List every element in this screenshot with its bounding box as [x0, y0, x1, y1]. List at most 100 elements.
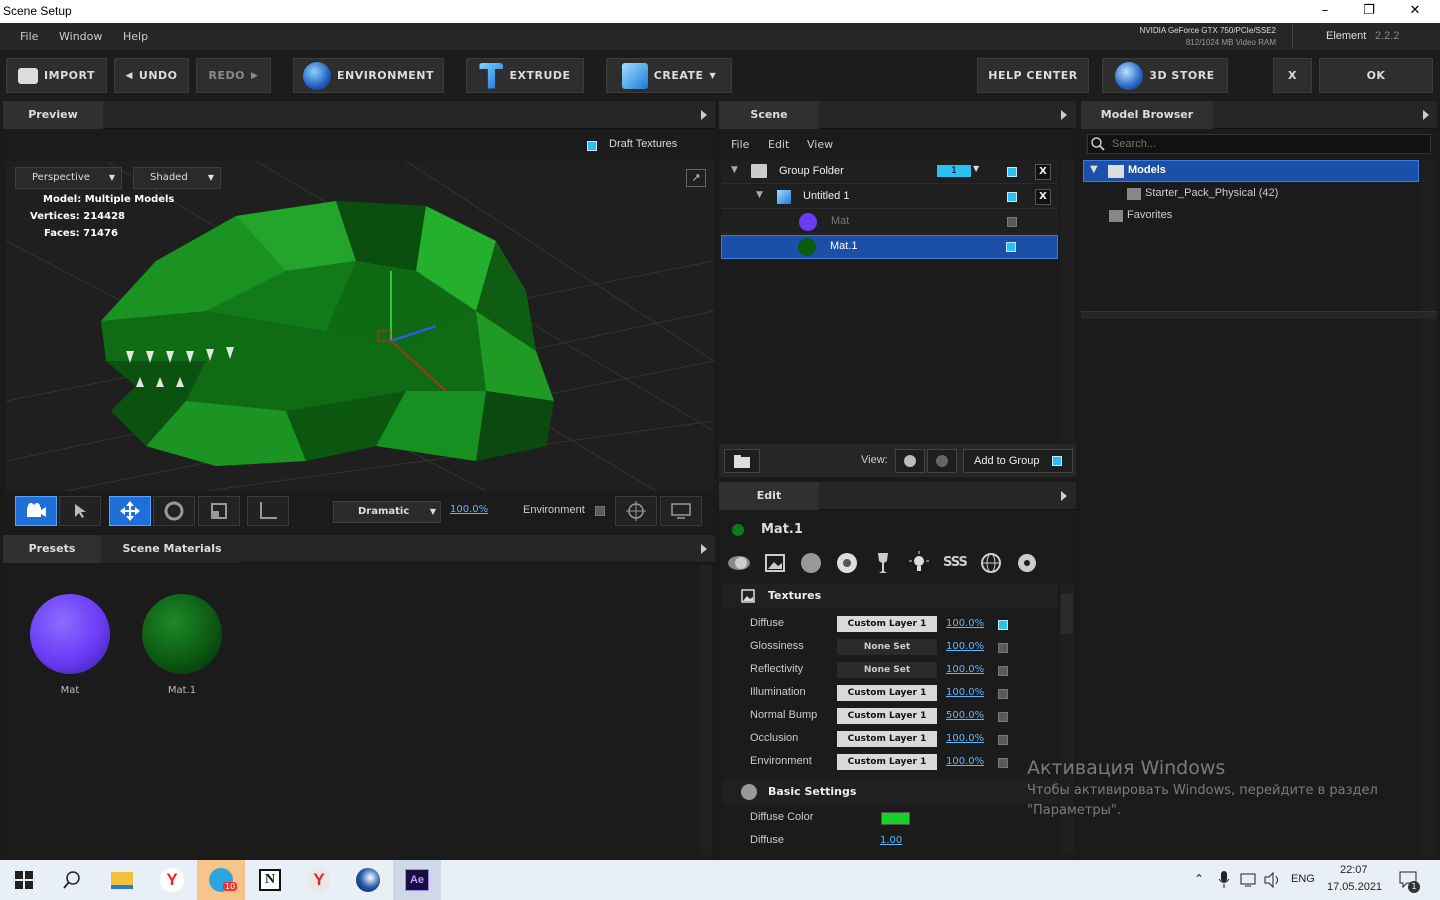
camera-tool-icon[interactable] [15, 496, 57, 526]
ok-button[interactable]: OK [1319, 58, 1433, 93]
search-button[interactable] [48, 860, 96, 900]
tree-row-mat[interactable]: Mat [721, 210, 1058, 234]
tab-model-browser[interactable]: Model Browser [1081, 101, 1213, 129]
redo-button[interactable]: REDO ▶ [196, 58, 271, 93]
menu-window[interactable]: Window [59, 30, 102, 43]
view-sphere-icon[interactable] [895, 449, 925, 473]
tree-row-group-folder[interactable]: ▼ Group Folder 1 ▼ X [721, 160, 1058, 184]
textures-section-header[interactable]: Textures [722, 584, 1058, 608]
telegram-icon[interactable]: 10 [197, 860, 245, 900]
import-button[interactable]: IMPORT [6, 58, 107, 93]
texture-layer-button[interactable]: Custom Layer 1 [837, 616, 937, 632]
panel-expand-icon[interactable] [1061, 110, 1067, 120]
scale-tool-icon[interactable] [198, 496, 240, 526]
create-button[interactable]: CREATE ▼ [606, 58, 732, 93]
texture-strength[interactable]: 100.0% [946, 756, 984, 767]
notion-icon[interactable]: N [246, 860, 294, 900]
fullscreen-icon[interactable]: ↗ [686, 169, 706, 187]
tree-row-mat1[interactable]: Mat.1 [721, 235, 1058, 259]
tab-presets[interactable]: Presets [3, 535, 101, 563]
tree-item-models[interactable]: ▼ Models [1083, 160, 1419, 182]
texture-enable-checkbox[interactable] [998, 735, 1008, 745]
texture-strength[interactable]: 100.0% [946, 687, 984, 698]
tab-preview[interactable]: Preview [3, 101, 103, 129]
remove-button[interactable]: X [1035, 189, 1051, 205]
scene-menu-view[interactable]: View [807, 138, 833, 151]
environment-checkbox[interactable] [595, 506, 605, 516]
expand-arrow-icon[interactable]: ▼ [1090, 164, 1098, 175]
close-window-button[interactable]: ✕ [1392, 0, 1438, 23]
target-icon[interactable] [615, 496, 657, 526]
scrollbar[interactable] [1421, 319, 1435, 855]
texture-enable-checkbox[interactable] [998, 758, 1008, 768]
texture-strength[interactable]: 100.0% [946, 641, 984, 652]
yandex-browser-icon[interactable]: Y [148, 860, 196, 900]
environment-button[interactable]: ENVIRONMENT [293, 58, 444, 93]
texture-layer-button[interactable]: None Set [837, 662, 937, 678]
yandex-icon[interactable]: Y [295, 860, 343, 900]
search-field[interactable] [1087, 134, 1431, 154]
3d-viewport[interactable]: Perspective ▼ Shaded ▼ Model: Multiple M… [6, 161, 714, 491]
globe-wire-icon[interactable] [980, 552, 1002, 574]
remove-button[interactable]: X [1035, 164, 1051, 180]
glass-icon[interactable] [875, 551, 891, 575]
lighting-intensity[interactable]: 100.0% [450, 504, 488, 515]
undo-button[interactable]: ◀ UNDO [114, 58, 189, 93]
chevron-down-icon[interactable]: ▼ [973, 164, 979, 173]
texture-strength[interactable]: 100.0% [946, 733, 984, 744]
texture-strength[interactable]: 100.0% [946, 664, 984, 675]
menu-help[interactable]: Help [123, 30, 148, 43]
after-effects-icon[interactable]: Ae [393, 860, 441, 900]
move-tool-icon[interactable] [109, 496, 151, 526]
clock-date[interactable]: 17.05.2021 [1327, 881, 1382, 893]
expand-arrow-icon[interactable]: ▼ [756, 190, 763, 200]
texture-enable-checkbox[interactable] [998, 689, 1008, 699]
diffuse-value[interactable]: 1.00 [880, 835, 902, 846]
rotate-tool-icon[interactable] [153, 496, 195, 526]
tree-item-starter-pack[interactable]: Starter_Pack_Physical (42) [1083, 184, 1419, 204]
material-swatch-mat1[interactable] [142, 594, 222, 674]
cancel-button[interactable]: X [1273, 58, 1312, 93]
sss-icon[interactable]: SSS [943, 555, 968, 570]
visibility-checkbox[interactable] [1007, 217, 1017, 227]
microphone-icon[interactable] [1218, 871, 1230, 889]
texture-layer-button[interactable]: Custom Layer 1 [837, 685, 937, 701]
texture-layer-button[interactable]: Custom Layer 1 [837, 731, 937, 747]
reflection-sphere-icon[interactable] [836, 552, 858, 574]
expand-arrow-icon[interactable]: ▼ [731, 165, 738, 175]
panel-expand-icon[interactable] [701, 110, 707, 120]
material-type-icon[interactable] [727, 553, 751, 573]
texture-image-icon[interactable] [765, 553, 785, 573]
splitter[interactable] [1081, 311, 1437, 319]
tree-row-untitled[interactable]: ▼ Untitled 1 X [721, 185, 1058, 209]
start-button[interactable] [0, 860, 48, 900]
shading-select[interactable]: Shaded ▼ [133, 167, 221, 189]
tree-item-favorites[interactable]: Favorites [1083, 206, 1419, 226]
cinema4d-icon[interactable] [344, 860, 392, 900]
select-tool-icon[interactable] [59, 496, 101, 526]
texture-enable-checkbox[interactable] [998, 666, 1008, 676]
visibility-checkbox[interactable] [1007, 167, 1017, 177]
draft-textures-checkbox[interactable] [587, 141, 597, 151]
basic-settings-header[interactable]: Basic Settings [722, 780, 1058, 804]
volume-icon[interactable] [1264, 872, 1282, 888]
search-input[interactable] [1112, 137, 1412, 151]
visibility-checkbox[interactable] [1007, 192, 1017, 202]
texture-layer-button[interactable]: None Set [837, 639, 937, 655]
new-folder-icon[interactable] [724, 449, 760, 473]
monitor-icon[interactable] [660, 496, 702, 526]
tab-scene[interactable]: Scene [719, 101, 819, 129]
minimize-button[interactable]: – [1302, 0, 1348, 23]
lightbulb-icon[interactable] [908, 551, 930, 575]
tray-chevron-up-icon[interactable]: ⌃ [1194, 872, 1204, 886]
help-center-button[interactable]: HELP CENTER [977, 58, 1089, 93]
gear-icon[interactable] [1016, 552, 1038, 574]
restore-button[interactable]: ❐ [1346, 0, 1392, 23]
add-to-group-checkbox[interactable] [1052, 456, 1062, 466]
scrollbar[interactable] [1060, 160, 1074, 442]
clock-time[interactable]: 22:07 [1340, 864, 1368, 876]
tab-edit[interactable]: Edit [719, 482, 819, 510]
texture-enable-checkbox[interactable] [998, 712, 1008, 722]
texture-strength[interactable]: 100.0% [946, 618, 984, 629]
axis-tool-icon[interactable] [247, 496, 289, 526]
